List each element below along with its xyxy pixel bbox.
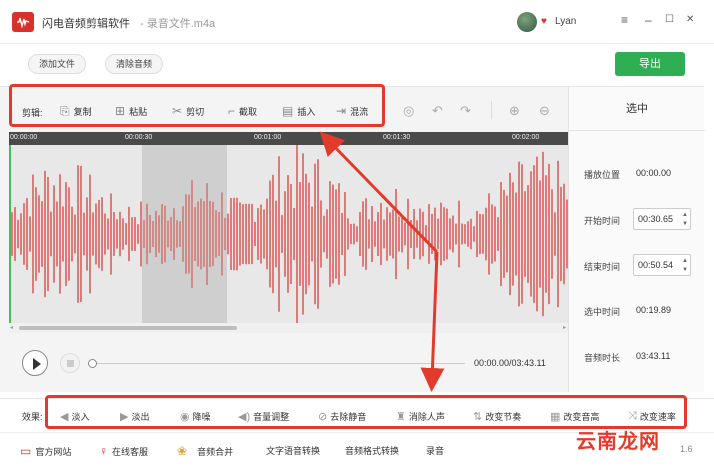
arrow-to-effects-toolbar — [420, 251, 445, 392]
annotation-arrows — [319, 131, 445, 392]
arrow-to-edit-toolbar — [319, 131, 439, 254]
